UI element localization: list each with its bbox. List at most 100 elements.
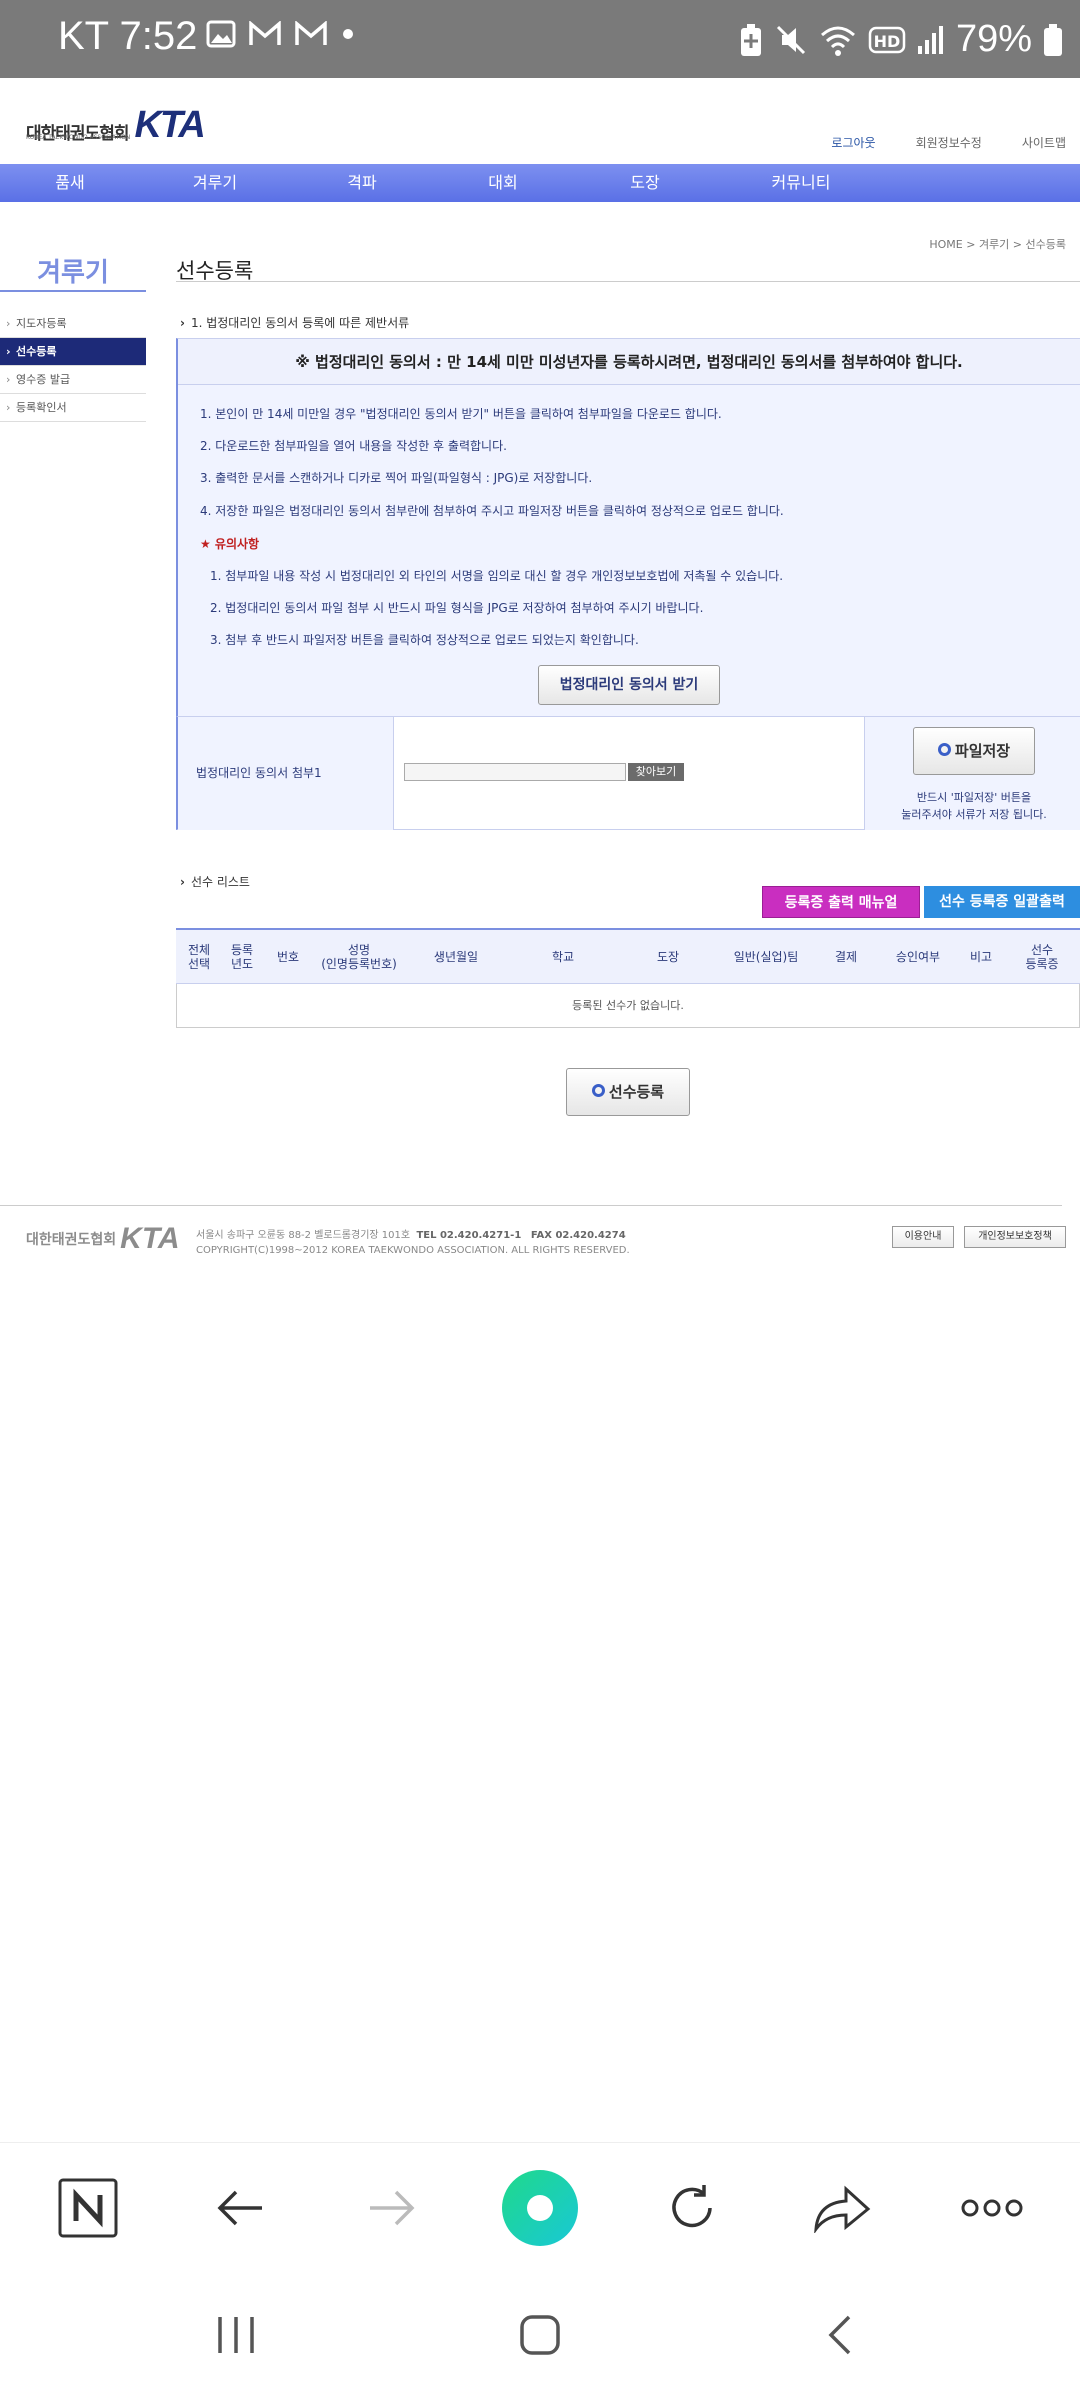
back-arrow-icon[interactable] [200,2168,280,2248]
gallery-icon [206,20,236,48]
col-school: 학교 [551,950,575,964]
footer-divider [0,1205,1062,1206]
nav-community[interactable]: 커뮤니티 [718,164,884,202]
notice-box: ※ 법정대리인 동의서 : 만 14세 미만 미성년자를 등록하시려면, 법정대… [176,338,1080,716]
footer-address: 서울시 송파구 오륜동 88-2 벨로드롬경기장 101호 TEL 02.420… [196,1228,630,1258]
sitemap-link[interactable]: 사이트맵 [1022,134,1066,151]
hd-icon: HD [868,26,906,53]
main-navigation: 품새 겨루기 격파 대회 도장 커뮤니티 [0,164,1080,202]
footer-logo-kr: 대한태권도협회 [26,1232,117,1248]
kta-logo[interactable]: 대한태권도협회 KTA KOREA TAEKWONDO ASSOCIATION [26,104,206,146]
notification-icons [206,20,356,48]
battery-icon [1044,23,1062,56]
svg-text:HD: HD [874,32,901,51]
athlete-table: 전체 선택 등록 년도 번호 성명 (인명등록번호) 생년월일 학교 도장 일반… [176,928,1080,1028]
back-icon[interactable] [800,2300,880,2370]
step-3: 3. 출력한 문서를 스캔하거나 디카로 찍어 파일(파일형식 : JPG)로 … [200,471,593,485]
download-consent-button[interactable]: 법정대리인 동의서 받기 [538,665,720,705]
browse-button[interactable]: 찾아보기 [628,763,684,781]
sidebar-item-athlete[interactable]: 선수등록 [0,338,146,366]
logout-link[interactable]: 로그아웃 [831,134,875,151]
carrier-time: KT 7:52 [58,14,198,58]
wifi-icon [820,26,855,56]
nav-gyeokpa[interactable]: 격파 [290,164,434,202]
system-icons: HD 79% [738,18,1080,61]
sidebar-divider [0,290,146,292]
copyright-text: COPYRIGHT(C)1998~2012 KOREA TAEKWONDO AS… [196,1245,630,1256]
save-area: 파일저장 반드시 '파일저장' 버튼을 눌러주셔야 서류가 저장 됩니다. [864,717,1080,830]
share-icon[interactable] [802,2168,882,2248]
mute-icon [776,25,805,54]
table-empty-message: 등록된 선수가 없습니다. [176,984,1080,1028]
table-header: 전체 선택 등록 년도 번호 성명 (인명등록번호) 생년월일 학교 도장 일반… [176,930,1080,984]
radio-dot-icon [591,1084,605,1097]
terms-button[interactable]: 이용안내 [892,1226,954,1248]
col-select-all[interactable]: 전체 선택 [176,930,222,984]
forward-arrow-icon[interactable] [352,2168,432,2248]
tel-text: TEL 02.420.4271-1 [416,1230,522,1241]
save-hint: 반드시 '파일저장' 버튼을 눌러주셔야 서류가 저장 됩니다. [865,789,1080,823]
attach-row: 법정대리인 동의서 첨부1 찾아보기 파일저장 반드시 '파일저장' 버튼을 눌러… [176,716,1080,830]
title-divider [176,281,1080,282]
bulk-print-button[interactable]: 선수 등록증 일괄출력 [924,886,1080,918]
col-name: 성명 (인명등록번호) [321,943,397,971]
col-birthdate: 생년월일 [433,950,479,964]
status-bar: KT 7:52 HD 79% [0,0,1080,78]
signal-icon [917,25,943,54]
logo-en: KOREA TAEKWONDO ASSOCIATION [26,134,131,141]
register-athlete-button[interactable]: 선수등록 [566,1068,690,1116]
home-circle-icon[interactable] [500,2168,580,2248]
col-number: 번호 [276,950,300,964]
attach-label: 법정대리인 동의서 첨부1 [178,717,394,830]
warning-title: ★ 유의사항 [200,537,260,551]
nav-dojang[interactable]: 도장 [572,164,718,202]
nav-poomsae[interactable]: 품새 [0,164,140,202]
col-note: 비고 [969,950,993,964]
battery-percent: 79% [955,18,1032,60]
warning-1: 1. 첨부파일 내용 작성 시 법정대리인 외 타인의 서명을 임의로 대신 할… [210,569,784,583]
file-save-button[interactable]: 파일저장 [913,727,1035,775]
register-athlete-label: 선수등록 [608,1083,665,1101]
col-card: 선수 등록증 [1025,943,1059,971]
address-text: 서울시 송파구 오륜동 88-2 벨로드롬경기장 101호 [196,1230,411,1241]
gmail-icon [249,21,281,45]
nav-kyorugi[interactable]: 겨루기 [140,164,290,202]
notice-head: ※ 법정대리인 동의서 : 만 14세 미만 미성년자를 등록하시려면, 법정대… [178,339,1080,385]
sidebar-title: 겨루기 [37,258,109,288]
more-icon[interactable] [952,2168,1032,2248]
sidebar-item-instructor[interactable]: 지도자등록 [0,310,146,338]
step-2: 2. 다운로드한 첨부파일을 열어 내용을 작성한 후 출력합니다. [200,439,507,453]
fax-text: FAX 02.420.4274 [530,1230,626,1241]
col-team: 일반(실업)팀 [733,950,799,964]
home-icon[interactable] [500,2300,580,2370]
print-manual-button[interactable]: 등록증 출력 매뉴얼 [762,886,920,918]
gmail-icon [295,21,327,45]
battery-saver-icon [740,23,761,56]
privacy-policy-button[interactable]: 개인정보보호정책 [964,1226,1066,1248]
sidebar-menu: 지도자등록 선수등록 영수증 발급 등록확인서 [0,310,146,422]
save-hint-line-1: 반드시 '파일저장' 버튼을 [916,791,1032,804]
recent-apps-icon[interactable] [196,2300,276,2370]
step-1: 1. 본인이 만 14세 미만일 경우 "법정대리인 동의서 받기" 버튼을 클… [200,407,722,421]
nav-competition[interactable]: 대회 [434,164,572,202]
file-path-field[interactable] [404,763,626,781]
col-dojang: 도장 [656,950,680,964]
col-payment: 결제 [834,950,858,964]
breadcrumb: HOME > 겨루기 > 선수등록 [929,238,1066,251]
warning-3: 3. 첨부 후 반드시 파일저장 버튼을 클릭하여 정상적으로 업로드 되었는지… [210,633,639,647]
footer-logo-mark: KTA [120,1222,180,1255]
sidebar-item-receipt[interactable]: 영수증 발급 [0,366,146,394]
sidebar-item-certificate[interactable]: 등록확인서 [0,394,146,422]
footer-logo: 대한태권도협회 KTA [26,1222,180,1256]
edit-profile-link[interactable]: 회원정보수정 [916,134,982,151]
naver-n-icon[interactable] [48,2168,128,2248]
col-year: 등록 년도 [230,943,254,971]
top-links: 로그아웃 회원정보수정 사이트맵 [831,134,1066,151]
system-navigation-bar [0,2272,1080,2400]
warning-2: 2. 법정대리인 동의서 파일 첨부 시 반드시 파일 형식을 JPG로 저장하… [210,601,704,615]
col-approval: 승인여부 [895,950,941,964]
refresh-icon[interactable] [652,2168,732,2248]
logo-mark: KTA [134,104,205,146]
dot-icon [343,29,353,39]
section2-heading: 선수 리스트 [180,873,250,890]
